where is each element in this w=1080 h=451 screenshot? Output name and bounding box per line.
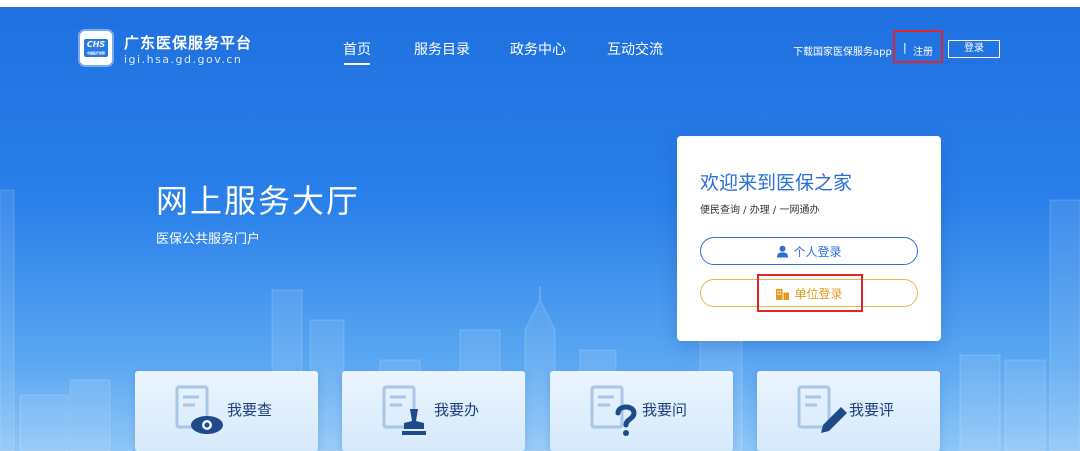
tile-query[interactable]: 我要查 [135, 371, 318, 451]
hero-subtitle: 医保公共服务门户 [156, 232, 261, 247]
chs-logo[interactable]: CHS 中国医疗保障 [80, 31, 112, 65]
eye-icon [175, 385, 223, 434]
header-login-button[interactable]: 登录 [948, 40, 1000, 58]
tile-handle[interactable]: 我要办 [342, 371, 525, 451]
personal-login-button[interactable]: 个人登录 [700, 237, 918, 265]
tile-query-label: 我要查 [227, 401, 273, 419]
download-app-link[interactable]: 下载国家医保服务app [793, 43, 892, 58]
question-icon [590, 385, 637, 436]
register-highlight-box [893, 30, 943, 63]
welcome-title: 欢迎来到医保之家 [700, 172, 853, 194]
tile-evaluate-label: 我要评 [849, 401, 895, 419]
brand-domain: igi.hsa.gd.gov.cn [124, 53, 243, 66]
tile-handle-label: 我要办 [434, 401, 480, 419]
nav-active-underline [344, 63, 370, 65]
logo-text: CHS [86, 40, 106, 49]
tile-ask[interactable]: 我要问 [550, 371, 733, 451]
welcome-subtitle: 便民查询 / 办理 / 一网通办 [700, 205, 820, 216]
user-icon [777, 245, 789, 258]
tile-evaluate[interactable]: 我要评 [757, 371, 940, 451]
hero-title: 网上服务大厅 [156, 182, 361, 220]
tile-ask-label: 我要问 [642, 401, 688, 419]
nav-service-catalog[interactable]: 服务目录 [414, 39, 470, 59]
personal-login-label: 个人登录 [793, 244, 842, 259]
chs-logo-mark: CHS 中国医疗保障 [84, 39, 108, 57]
stamp-icon [382, 385, 426, 435]
unit-login-highlight-box [757, 274, 863, 312]
brand-title: 广东医保服务平台 [124, 34, 253, 52]
logo-small-text: 中国医疗保障 [86, 51, 105, 55]
pen-icon [797, 385, 847, 433]
nav-interaction[interactable]: 互动交流 [607, 39, 663, 59]
nav-government-center[interactable]: 政务中心 [510, 39, 566, 59]
nav-home[interactable]: 首页 [343, 39, 371, 59]
top-white-strip [0, 0, 1080, 7]
